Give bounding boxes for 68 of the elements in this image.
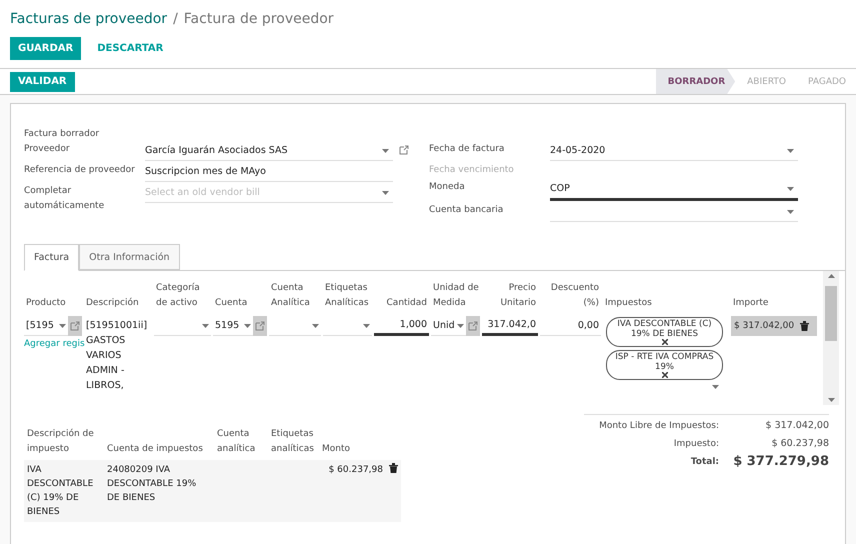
table-cell-text: $ 60.237,98 (328, 464, 383, 477)
field-label: Completar automáticamente (24, 185, 106, 213)
column-header: Unidad de Medida (432, 282, 480, 310)
amount-field: $ 317.042,00 (731, 316, 817, 336)
total-value: $ 60.237,98 (770, 437, 829, 451)
column-header: Cuenta (214, 297, 248, 310)
column-header: Etiquetas Analíticas (324, 282, 370, 310)
column-header: Etiquetas analíticas (270, 428, 315, 456)
caret-icon[interactable] (712, 385, 719, 389)
scrollbar[interactable] (823, 271, 839, 405)
field-label: Proveedor (24, 143, 71, 156)
field-label: Fecha vencimiento (429, 164, 515, 177)
column-header: Cuenta de impuestos (106, 443, 204, 456)
input-field[interactable]: Suscripcion mes de MAyo (145, 162, 393, 182)
tax-tag[interactable]: ISP - RTE IVA COMPRAS 19% (606, 350, 723, 380)
column-header: Categoría de activo (155, 282, 201, 310)
external-link-icon[interactable] (399, 145, 409, 155)
field-label: Referencia de proveedor (24, 164, 136, 177)
total-label: Monto Libre de Impuestos: (598, 420, 719, 433)
column-header: Producto (25, 297, 67, 310)
description-field[interactable]: [51951001ii] GASTOS VARIOS ADMIN - LIBROS, (84, 316, 152, 395)
input-field[interactable]: García Iguarán Asociados SAS (145, 141, 393, 161)
column-header: Monto (321, 443, 352, 456)
table-cell: 24080209 IVA DESCONTABLE 19% DE BIENES (104, 460, 214, 522)
caret-icon[interactable] (382, 148, 389, 152)
field-label: Fecha de factura (429, 143, 506, 156)
field-label: Cuenta bancaria (429, 204, 504, 217)
scroll-up-icon[interactable] (828, 274, 834, 278)
form-status-label: Factura borrador (23, 128, 100, 134)
column-header: Descripción (85, 296, 140, 310)
column-header: Cantidad (386, 297, 428, 310)
caret-icon[interactable] (202, 324, 209, 328)
column-header: Impuestos (604, 297, 653, 310)
column-header: Importe (732, 297, 770, 310)
remove-icon[interactable] (662, 372, 668, 378)
trash-icon[interactable] (800, 321, 810, 331)
input-field[interactable]: 24-05-2020 (550, 141, 798, 161)
table-cell: IVA DESCONTABLE (C) 19% DE BIENES (24, 460, 104, 522)
status-stage[interactable]: BORRADOR (656, 69, 736, 94)
caret-icon[interactable] (787, 148, 794, 152)
total-label: Impuesto: (672, 438, 719, 451)
caret-icon[interactable] (363, 324, 370, 328)
field-label: Moneda (429, 181, 466, 194)
column-header: Descripción de impuesto (26, 428, 95, 456)
column-header: Cuenta Analítica (270, 282, 311, 310)
caret-icon[interactable] (457, 324, 464, 328)
column-header: Cuenta analítica (216, 428, 256, 456)
column-header: Precio Unitario (499, 282, 537, 310)
total-value: $ 377.279,98 (732, 455, 829, 469)
input-field[interactable]: COP (550, 179, 798, 201)
caret-icon[interactable] (59, 324, 66, 328)
tax-tag[interactable]: IVA DESCONTABLE (C) 19% DE BIENES (606, 317, 723, 347)
caret-icon[interactable] (787, 210, 794, 214)
tab[interactable]: Otra Información (79, 244, 180, 270)
column-header: Descuento (%) (550, 282, 600, 310)
trash-icon[interactable] (389, 463, 398, 473)
caret-icon[interactable] (382, 190, 389, 194)
tab[interactable]: Factura (24, 244, 80, 271)
breadcrumb-link[interactable]: Facturas de proveedor (10, 11, 168, 27)
breadcrumb-separator: / (173, 11, 178, 27)
total-label: Total: (690, 456, 719, 469)
scroll-down-icon[interactable] (828, 398, 834, 402)
caret-icon[interactable] (312, 324, 319, 328)
caret-icon[interactable] (787, 186, 794, 190)
caret-icon[interactable] (244, 324, 251, 328)
page-title: Factura de proveedor (184, 11, 334, 27)
remove-icon[interactable] (662, 339, 668, 345)
total-value: $ 317.042,00 (764, 419, 829, 433)
